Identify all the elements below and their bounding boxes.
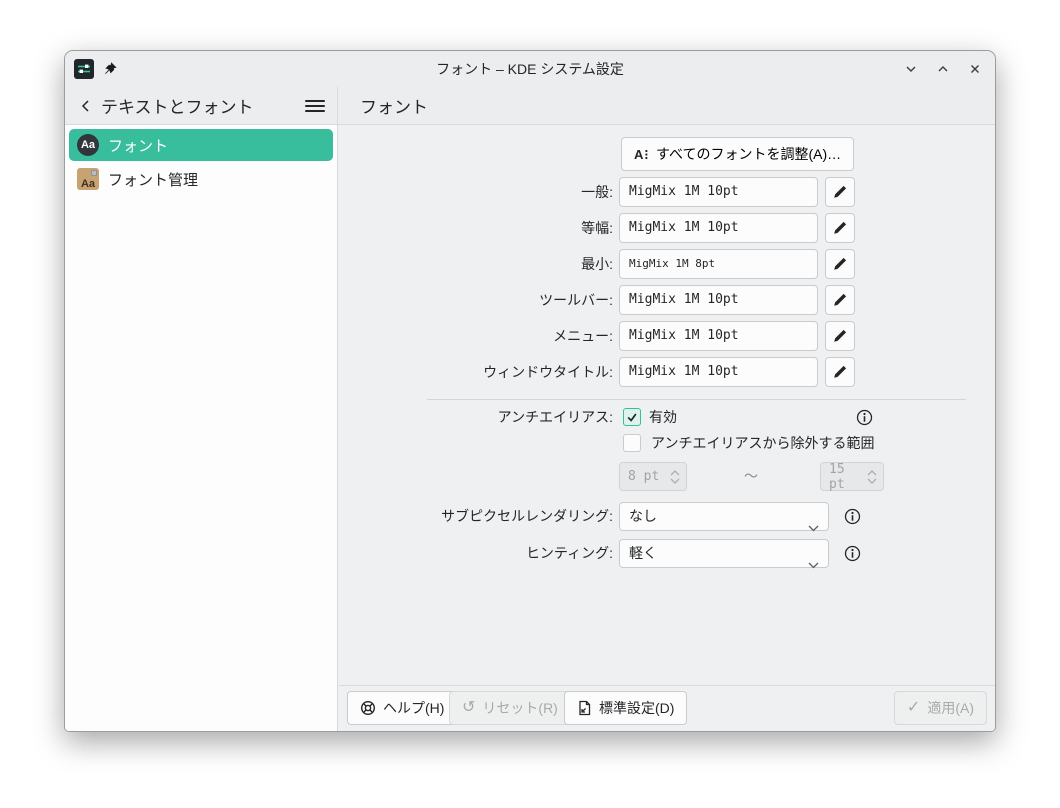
spinbox-arrows-icon[interactable] <box>861 469 877 484</box>
sidebar-item-fonts[interactable]: Aa フォント <box>69 129 333 161</box>
toolbar-font-label: ツールバー: <box>539 292 613 308</box>
antialiasing-enabled-label[interactable]: 有効 <box>649 408 677 427</box>
menu-font-label: メニュー: <box>553 328 613 344</box>
spinbox-arrows-icon[interactable] <box>664 469 680 484</box>
close-icon[interactable] <box>967 61 983 77</box>
sidebar-item-label: フォント <box>108 137 169 155</box>
sidebar-item-font-management[interactable]: Aa フォント管理 <box>69 163 333 195</box>
help-button[interactable]: ヘルプ(H) <box>347 691 458 725</box>
fixed-width-font-edit-button[interactable] <box>825 213 855 243</box>
header-row: テキストとフォント フォント <box>65 87 995 125</box>
defaults-button[interactable]: 標準設定(D) <box>564 691 688 725</box>
menu-icon[interactable] <box>305 98 325 114</box>
desktop: フォント – KDE システム設定 テキストとフォント フォント Aa フォント… <box>0 0 1060 808</box>
chevron-down-icon <box>808 551 819 578</box>
toolbar-font-edit-button[interactable] <box>825 285 855 315</box>
pencil-icon <box>834 293 847 306</box>
document-revert-icon <box>579 700 591 716</box>
adjust-all-fonts-button[interactable]: A すべてのフォントを調整(A)… <box>621 137 855 171</box>
general-font-field: MigMix 1M 10pt <box>619 177 818 207</box>
hinting-info-icon[interactable] <box>844 545 861 562</box>
undo-icon: ↺ <box>462 699 476 716</box>
titlebar[interactable]: フォント – KDE システム設定 <box>65 51 995 87</box>
pencil-icon <box>834 365 847 378</box>
hinting-dropdown[interactable]: 軽く <box>619 539 829 569</box>
settings-window: フォント – KDE システム設定 テキストとフォント フォント Aa フォント… <box>64 50 996 732</box>
page-title: フォント <box>360 98 428 117</box>
svg-text:A: A <box>634 147 644 162</box>
small-font-field: MigMix 1M 8pt <box>619 249 818 279</box>
sidebar-item-label: フォント管理 <box>108 171 199 189</box>
pencil-icon <box>834 257 847 270</box>
exclude-from-spinbox[interactable]: 8 pt <box>619 462 687 491</box>
section-separator <box>427 399 966 400</box>
subpixel-info-icon[interactable] <box>844 508 861 525</box>
antialiasing-info-icon[interactable] <box>856 409 873 426</box>
chevron-down-icon <box>808 514 819 541</box>
check-icon <box>627 413 637 422</box>
fixed-width-font-field: MigMix 1M 10pt <box>619 213 818 243</box>
general-font-edit-button[interactable] <box>825 177 855 207</box>
pencil-icon <box>834 329 847 342</box>
range-separator: ～ <box>744 468 758 484</box>
exclude-range-label[interactable]: アンチエイリアスから除外する範囲 <box>651 434 874 453</box>
window-title-font-label: ウィンドウタイトル: <box>483 364 613 380</box>
window-title-font-field: MigMix 1M 10pt <box>619 357 818 387</box>
help-icon <box>360 700 376 716</box>
minimize-icon[interactable] <box>903 61 919 77</box>
menu-font-edit-button[interactable] <box>825 321 855 351</box>
toolbar-font-field: MigMix 1M 10pt <box>619 285 818 315</box>
breadcrumb[interactable]: テキストとフォント <box>101 93 305 118</box>
exclude-to-spinbox[interactable]: 15 pt <box>820 462 884 492</box>
pencil-icon <box>834 185 847 198</box>
small-font-label: 最小: <box>581 256 613 272</box>
footer-bar: ヘルプ(H) ↺ リセット(R) 標準設定(D) ✓ 適用(A) <box>339 685 995 731</box>
back-icon[interactable] <box>79 99 93 113</box>
sidebar-header: テキストとフォント <box>65 87 338 124</box>
maximize-icon[interactable] <box>935 61 951 77</box>
small-font-edit-button[interactable] <box>825 249 855 279</box>
check-icon: ✓ <box>906 699 921 716</box>
general-font-label: 一般: <box>581 184 613 200</box>
fonts-icon: Aa <box>77 134 99 156</box>
fonts-settings-panel: A すべてのフォントを調整(A)… 一般: MigMix 1M 10pt 等幅:… <box>339 125 995 687</box>
window-title: フォント – KDE システム設定 <box>436 61 624 77</box>
antialiasing-checkbox[interactable] <box>623 408 641 426</box>
font-management-icon: Aa <box>77 168 99 190</box>
sidebar: Aa フォント Aa フォント管理 <box>65 125 338 731</box>
adjust-fonts-icon: A <box>634 147 648 162</box>
subpixel-label: サブピクセルレンダリング: <box>441 508 613 524</box>
hinting-label: ヒンティング: <box>525 545 613 561</box>
apply-button[interactable]: ✓ 適用(A) <box>893 691 987 725</box>
menu-font-field: MigMix 1M 10pt <box>619 321 818 351</box>
reset-button[interactable]: ↺ リセット(R) <box>449 691 571 725</box>
pencil-icon <box>834 221 847 234</box>
window-title-font-edit-button[interactable] <box>825 357 855 387</box>
exclude-range-checkbox[interactable] <box>623 434 641 452</box>
fixed-width-font-label: 等幅: <box>581 220 613 236</box>
antialiasing-label: アンチエイリアス: <box>497 409 613 425</box>
subpixel-dropdown[interactable]: なし <box>619 502 829 532</box>
window-controls <box>903 51 983 87</box>
